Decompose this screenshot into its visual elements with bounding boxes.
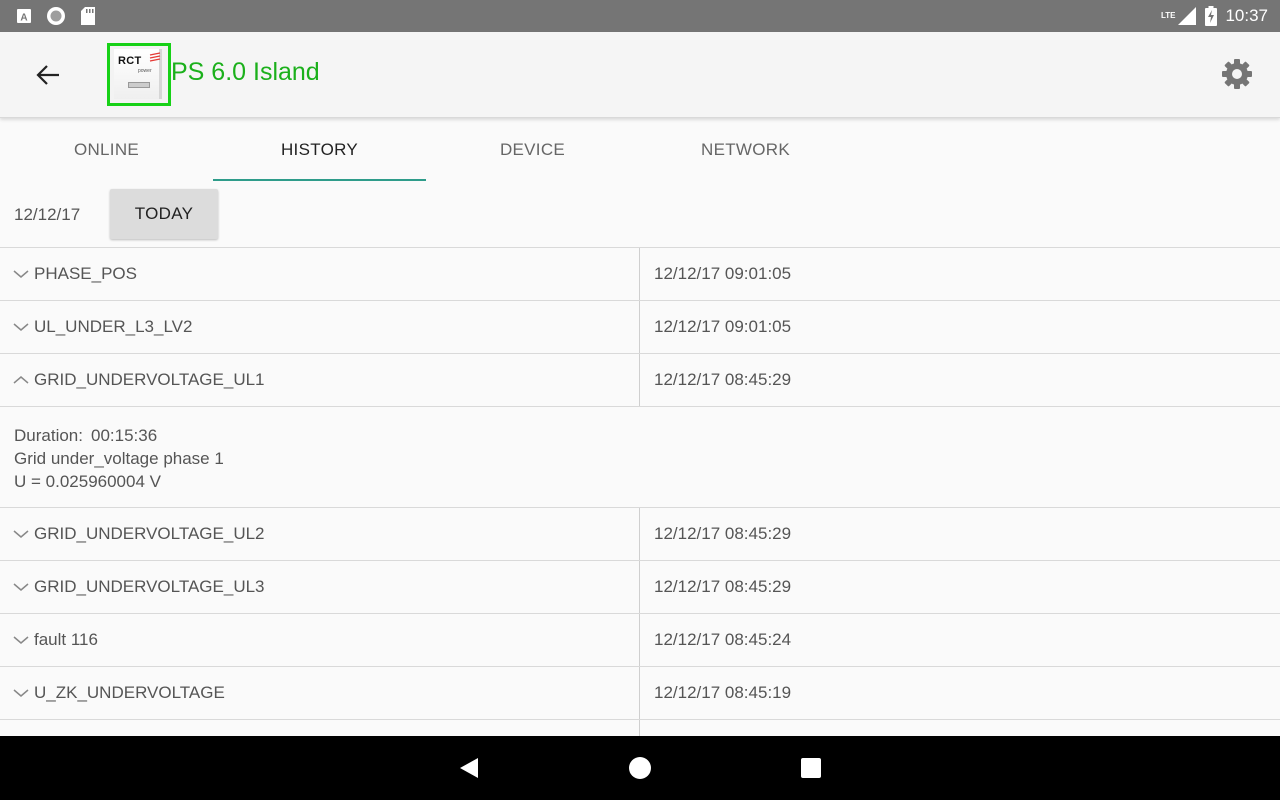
list-item[interactable]: GRID_UNDERVOLTAGE_UL3 12/12/17 08:45:29: [0, 561, 1280, 614]
logo-mark-icon: [149, 52, 161, 62]
logo-subtext: power: [138, 68, 152, 74]
event-time: 12/12/17 09:01:05: [654, 264, 792, 283]
selected-date[interactable]: 12/12/17: [14, 205, 80, 225]
chevron-down-icon: [13, 530, 29, 538]
list-item[interactable]: UL_UNDER_L3_LV2 12/12/17 09:01:05: [0, 301, 1280, 354]
inverter-image: RCT power: [114, 49, 162, 99]
tab-bar: ONLINE HISTORY DEVICE NETWORK: [0, 119, 852, 181]
chevron-down-icon: [13, 636, 29, 644]
svg-text:A: A: [20, 13, 27, 24]
event-name: UL_UNDER_L3_LV2: [34, 317, 193, 336]
chevron-down-icon: [13, 270, 29, 278]
duration-label: Duration:: [14, 426, 83, 445]
chevron-down-icon: [13, 323, 29, 331]
page-title: PS 6.0 Island: [171, 58, 320, 86]
nav-recents-icon[interactable]: [800, 757, 822, 779]
circle-notification-icon: [47, 7, 65, 25]
duration-value: 00:15:36: [90, 426, 158, 445]
event-name-cell: U_ZK_UNDERVOLTAGE: [0, 667, 640, 719]
event-description: Grid under_voltage phase 1: [14, 449, 224, 468]
status-bar: A LTE 10:37: [0, 0, 1280, 32]
settings-button[interactable]: [1220, 57, 1254, 91]
sd-card-icon: [81, 7, 95, 25]
chevron-down-icon: [13, 689, 29, 697]
navigation-bar: [0, 736, 1280, 800]
app-bar: RCT power PS 6.0 Island: [0, 32, 1280, 118]
device-logo: RCT power: [107, 43, 171, 106]
event-time: 12/12/17 09:01:05: [654, 317, 792, 336]
date-filter: 12/12/17 TODAY: [0, 181, 1280, 247]
signal-icon: [1178, 7, 1197, 25]
list-item[interactable]: PHASE_POS 12/12/17 09:01:05: [0, 248, 1280, 301]
event-time: 12/12/17 08:45:24: [654, 630, 792, 649]
event-name: GRID_UNDERVOLTAGE_UL2: [34, 524, 265, 543]
logo-text: RCT: [118, 55, 142, 67]
event-name: fault 116: [34, 630, 98, 649]
event-value: U = 0.025960004 V: [14, 472, 161, 491]
event-detail: Duration: 00:15:36 Grid under_voltage pha…: [0, 407, 1280, 508]
event-time: 12/12/17 08:45:29: [654, 370, 792, 389]
list-item[interactable]: fault 116 12/12/17 08:45:24: [0, 614, 1280, 667]
event-name-cell: fault 116: [0, 614, 640, 666]
event-name-cell: GRID_UNDERVOLTAGE_UL3: [0, 561, 640, 613]
event-name: PHASE_POS: [34, 264, 137, 283]
list-item[interactable]: U_ZK_UNDERVOLTAGE 12/12/17 08:45:19: [0, 667, 1280, 720]
event-name: GRID_UNDERVOLTAGE_UL1: [34, 370, 265, 389]
inverter-display: [128, 82, 150, 88]
duration-line: Duration: 00:15:36: [14, 424, 1266, 447]
event-time: 12/12/17 08:45:29: [654, 524, 792, 543]
event-name-cell: UL_UNDER_L3_LV2: [0, 301, 640, 353]
nav-home-icon[interactable]: [628, 756, 652, 780]
event-name-cell: GRID_UNDERVOLTAGE_UL2: [0, 508, 640, 560]
list-item[interactable]: GRID_UNDERVOLTAGE_UL1 12/12/17 08:45:29: [0, 354, 1280, 407]
event-history-list: PHASE_POS 12/12/17 09:01:05 UL_UNDER_L3_…: [0, 247, 1280, 773]
event-time: 12/12/17 08:45:29: [654, 577, 792, 596]
back-button[interactable]: [24, 61, 72, 89]
clock: 10:37: [1225, 6, 1268, 25]
nav-back-icon[interactable]: [458, 757, 480, 779]
event-time: 12/12/17 08:45:19: [654, 683, 792, 702]
event-name-cell: GRID_UNDERVOLTAGE_UL1: [0, 354, 640, 406]
a-notification-icon: A: [17, 9, 31, 24]
chevron-up-icon: [13, 376, 29, 384]
chevron-down-icon: [13, 583, 29, 591]
event-name: GRID_UNDERVOLTAGE_UL3: [34, 577, 265, 596]
tab-online[interactable]: ONLINE: [0, 119, 213, 181]
today-button[interactable]: TODAY: [110, 189, 218, 239]
event-name-cell: PHASE_POS: [0, 248, 640, 300]
list-item[interactable]: GRID_UNDERVOLTAGE_UL2 12/12/17 08:45:29: [0, 508, 1280, 561]
gear-icon: [1222, 59, 1252, 89]
tab-network[interactable]: NETWORK: [639, 119, 852, 181]
event-name: U_ZK_UNDERVOLTAGE: [34, 683, 225, 702]
tab-device[interactable]: DEVICE: [426, 119, 639, 181]
tab-history[interactable]: HISTORY: [213, 119, 426, 181]
arrow-left-icon: [36, 65, 59, 85]
network-type: LTE: [1160, 11, 1176, 20]
battery-icon: [1205, 6, 1218, 26]
